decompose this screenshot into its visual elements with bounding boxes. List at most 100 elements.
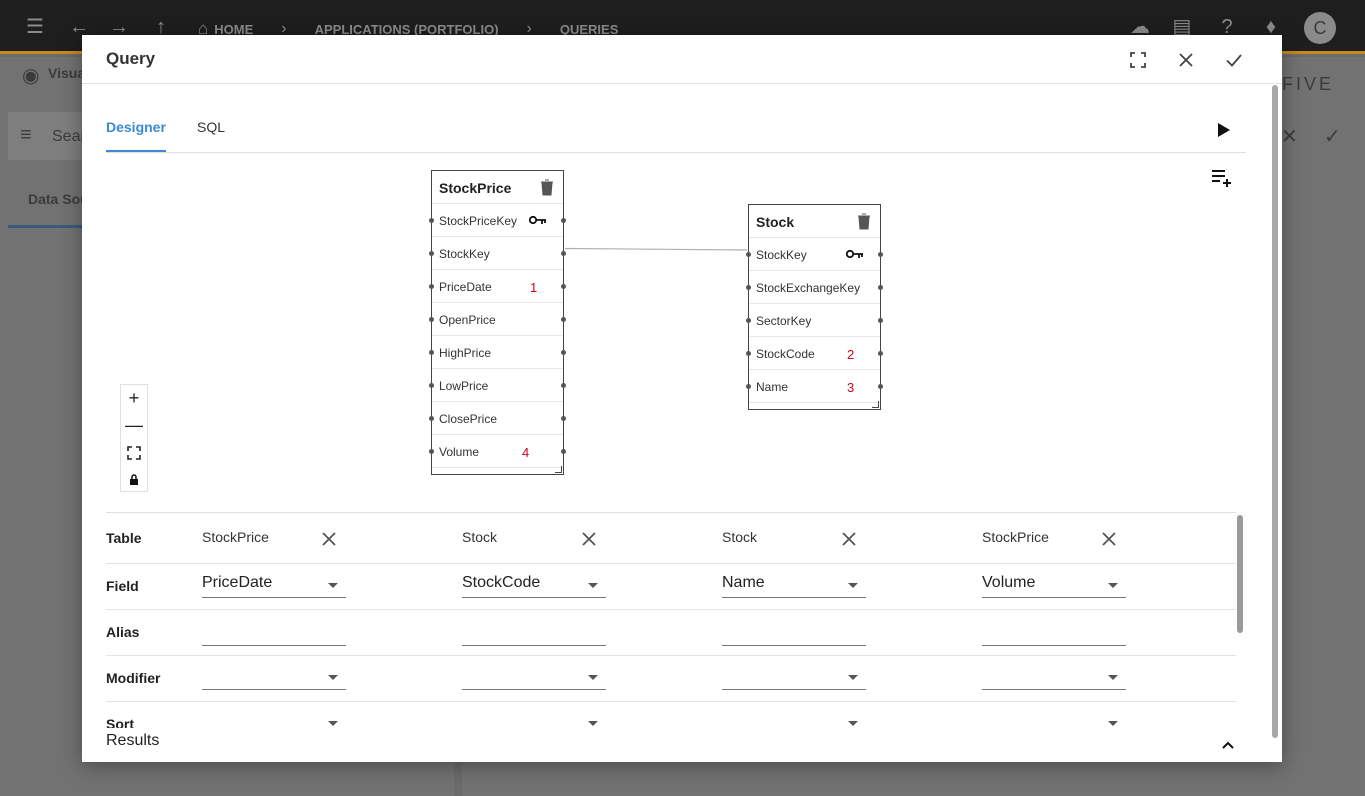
connector-dot[interactable] [561, 251, 566, 256]
key-icon [846, 249, 863, 259]
add-column-icon[interactable] [1210, 165, 1234, 189]
field-row[interactable]: SectorKey [746, 304, 883, 337]
table-header[interactable]: Stock [749, 205, 880, 238]
trash-icon[interactable] [855, 211, 873, 231]
field-row[interactable]: StockCode 2 [746, 337, 883, 370]
connector-dot[interactable] [429, 218, 434, 223]
field-name: StockKey [756, 248, 807, 262]
field-row[interactable]: HighPrice [429, 336, 566, 369]
minus-icon: — [125, 415, 143, 435]
connector-dot[interactable] [746, 252, 751, 257]
results-panel[interactable]: Results [82, 728, 1272, 762]
table-name: Stock [756, 214, 795, 230]
connector-dot[interactable] [561, 416, 566, 421]
field-select[interactable]: StockCode [462, 574, 606, 598]
alias-input[interactable] [202, 622, 346, 646]
field-order-badge: 1 [530, 280, 538, 295]
tab-sql[interactable]: SQL [197, 119, 225, 152]
resize-handle[interactable] [555, 466, 562, 473]
scrollbar-thumb[interactable] [1272, 85, 1278, 738]
field-row[interactable]: OpenPrice [429, 303, 566, 336]
dialog-scrollbar[interactable] [1272, 85, 1280, 740]
connector-dot[interactable] [878, 252, 883, 257]
field-select[interactable]: PriceDate [202, 574, 346, 598]
remove-column-icon[interactable] [320, 530, 338, 548]
table-header[interactable]: StockPrice [432, 171, 563, 204]
grid-scrollbar[interactable] [1236, 515, 1244, 727]
connector-dot[interactable] [746, 318, 751, 323]
run-query-icon[interactable] [1212, 119, 1234, 141]
field-row[interactable]: PriceDate 1 [429, 270, 566, 303]
modifier-select[interactable] [202, 666, 346, 690]
field-row[interactable]: StockKey [429, 237, 566, 270]
field-row[interactable]: Name 3 [746, 370, 883, 403]
connector-dot[interactable] [561, 218, 566, 223]
connector-dot[interactable] [429, 317, 434, 322]
confirm-button[interactable] [1221, 47, 1247, 73]
key-icon [529, 215, 546, 225]
alias-input[interactable] [722, 622, 866, 646]
field-name: LowPrice [439, 379, 489, 393]
connector-dot[interactable] [561, 449, 566, 454]
remove-column-icon[interactable] [1100, 530, 1118, 548]
remove-column-icon[interactable] [840, 530, 858, 548]
connector-dot[interactable] [746, 384, 751, 389]
connector-dot[interactable] [878, 351, 883, 356]
dropdown-arrow-icon [328, 583, 338, 588]
table-stockprice[interactable]: StockPrice StockPriceKey StockKey PriceD… [429, 170, 566, 475]
connector-dot[interactable] [429, 284, 434, 289]
modifier-select[interactable] [982, 666, 1126, 690]
avatar[interactable]: C [1304, 12, 1336, 44]
lock-button[interactable] [121, 466, 147, 493]
field-row[interactable]: StockPriceKey [429, 204, 566, 237]
alias-input[interactable] [982, 622, 1126, 646]
fit-view-button[interactable] [121, 439, 147, 466]
connector-dot[interactable] [878, 285, 883, 290]
table-cell: StockPrice [982, 529, 1049, 545]
connector-dot[interactable] [561, 350, 566, 355]
connector-dot[interactable] [429, 416, 434, 421]
close-button[interactable] [1173, 47, 1199, 73]
sort-select[interactable] [462, 712, 606, 728]
field-select[interactable]: Name [722, 574, 866, 598]
zoom-out-button[interactable]: — [121, 412, 147, 439]
fullscreen-button[interactable] [1125, 47, 1151, 73]
connector-dot[interactable] [746, 351, 751, 356]
table-stock[interactable]: Stock StockKey StockExchangeKey SectorKe… [746, 204, 883, 410]
connector-dot[interactable] [878, 318, 883, 323]
connector-dot[interactable] [561, 383, 566, 388]
field-row[interactable]: StockExchangeKey [746, 271, 883, 304]
alias-input[interactable] [462, 622, 606, 646]
connector-dot[interactable] [561, 284, 566, 289]
dialog-title: Query [106, 49, 156, 68]
remove-column-icon[interactable] [580, 530, 598, 548]
sort-select[interactable] [202, 712, 346, 728]
tab-designer[interactable]: Designer [106, 119, 166, 152]
field-row[interactable]: StockKey [746, 238, 883, 271]
field-row[interactable]: Volume 4 [429, 435, 566, 468]
connector-dot[interactable] [561, 317, 566, 322]
connector-dot[interactable] [429, 251, 434, 256]
connector-dot[interactable] [429, 350, 434, 355]
field-row[interactable]: LowPrice [429, 369, 566, 402]
menu-icon[interactable]: ☰ [22, 14, 48, 40]
field-row[interactable]: ClosePrice [429, 402, 566, 435]
resize-handle[interactable] [872, 401, 879, 408]
join-line[interactable] [82, 35, 1282, 515]
query-dialog: Query Designer SQL StockPrice StockPrice… [82, 35, 1282, 762]
connector-dot[interactable] [878, 384, 883, 389]
zoom-in-button[interactable]: + [121, 385, 147, 412]
chevron-up-icon[interactable] [1219, 736, 1237, 754]
trash-icon[interactable] [538, 177, 556, 197]
connector-dot[interactable] [746, 285, 751, 290]
connector-dot[interactable] [429, 383, 434, 388]
modifier-select[interactable] [722, 666, 866, 690]
fullscreen-icon [1130, 52, 1146, 68]
connector-dot[interactable] [429, 449, 434, 454]
field-name: StockExchangeKey [756, 281, 861, 295]
sort-select[interactable] [722, 712, 866, 728]
modifier-select[interactable] [462, 666, 606, 690]
scrollbar-thumb[interactable] [1237, 515, 1243, 633]
sort-select[interactable] [982, 712, 1126, 728]
field-select[interactable]: Volume [982, 574, 1126, 598]
